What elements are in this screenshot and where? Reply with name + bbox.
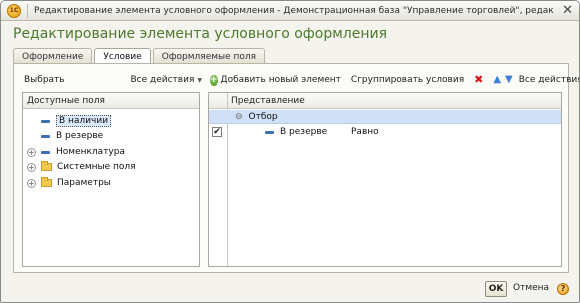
tree-item-nomenclature[interactable]: + Номенклатура (27, 145, 125, 159)
left-toolbar: Выбрать Все действия ▼ (24, 72, 202, 88)
help-icon[interactable]: ? (557, 283, 569, 295)
tree-item-label: В наличии (56, 115, 112, 127)
title-separator (27, 3, 28, 18)
chevron-down-icon: ▼ (197, 77, 202, 84)
tree-item-parameters[interactable]: + Параметры (27, 176, 111, 190)
window-title: Редактирование элемента условного оформл… (34, 5, 554, 16)
left-all-actions-label: Все действия (130, 75, 195, 85)
tree-item-reserved[interactable]: В резерве (27, 129, 103, 143)
tree-item-label: Системные поля (57, 162, 136, 172)
table-row[interactable]: ⊖ Отбор (209, 110, 561, 124)
group-label: Отбор (248, 112, 278, 122)
expand-plus-icon[interactable]: + (27, 178, 36, 188)
tree-item-system-fields[interactable]: + Системные поля (27, 160, 136, 174)
cancel-button[interactable]: Отмена (513, 283, 549, 293)
table-row[interactable]: ✔ (212, 125, 222, 139)
title-bar[interactable]: 1С Редактирование элемента условного офо… (1, 1, 579, 21)
tree-item-label: Номенклатура (56, 147, 125, 157)
condition-field-cell[interactable]: В резерве (265, 125, 327, 139)
condition-tab-panel: Выбрать Все действия ▼ + Добавить новый э… (13, 63, 579, 273)
dialog-footer: OK Отмена ? (379, 278, 579, 300)
conditions-grid[interactable]: Представление ⊖ Отбор ✔ В резерве Равно (208, 92, 562, 267)
ok-button[interactable]: OK (485, 281, 507, 297)
tree-item-label: Параметры (57, 178, 111, 188)
tree-item-label: В резерве (56, 131, 104, 141)
move-up-icon[interactable]: ▲ (493, 74, 501, 86)
field-icon (41, 119, 50, 123)
representation-column-header: Представление (231, 95, 305, 106)
expander-placeholder (27, 117, 36, 126)
expand-plus-icon[interactable]: + (27, 147, 36, 157)
field-icon (41, 150, 50, 154)
tab-bar: Оформление Условие Оформляемые поля (13, 48, 267, 65)
comparison-label: Равно (351, 127, 379, 137)
collapse-minus-icon[interactable]: ⊖ (235, 112, 243, 122)
left-all-actions-button[interactable]: Все действия ▼ (130, 75, 202, 85)
tree-item-in-stock[interactable]: В наличии (27, 114, 112, 128)
app-1c-icon[interactable]: 1С (7, 3, 21, 18)
tab-formatted-fields[interactable]: Оформляемые поля (152, 48, 266, 64)
page-title: Редактирование элемента условного оформл… (13, 26, 388, 42)
add-new-element-button[interactable]: Добавить новый элемент (221, 75, 341, 85)
group-node: ⊖ Отбор (235, 110, 278, 124)
select-button[interactable]: Выбрать (24, 75, 65, 85)
right-all-actions-label: Все действия (518, 75, 580, 85)
close-icon[interactable]: ✕ (562, 3, 573, 19)
conditions-header: Представление (209, 93, 561, 109)
field-icon (41, 134, 50, 138)
condition-comparison-cell[interactable]: Равно (351, 125, 379, 139)
available-fields-header: Доступные поля (23, 93, 199, 109)
right-toolbar: + Добавить новый элемент Сгруппировать у… (210, 72, 579, 88)
group-conditions-button[interactable]: Сгруппировать условия (351, 75, 464, 85)
condition-checkbox[interactable]: ✔ (212, 127, 222, 137)
available-fields-tree[interactable]: Доступные поля В наличии В резерве + Ном… (22, 92, 200, 267)
dialog-window: 1С Редактирование элемента условного офо… (0, 0, 580, 303)
condition-field-label: В резерве (280, 127, 328, 137)
tab-appearance[interactable]: Оформление (13, 48, 93, 64)
field-icon (265, 130, 274, 134)
folder-icon (41, 177, 52, 187)
delete-icon[interactable]: ✖ (474, 74, 483, 86)
folder-icon (41, 161, 52, 171)
move-down-icon[interactable]: ▼ (505, 74, 513, 86)
expander-placeholder (27, 132, 36, 141)
add-icon[interactable]: + (210, 74, 218, 86)
right-all-actions-button[interactable]: Все действия▼ (518, 75, 580, 85)
expand-plus-icon[interactable]: + (27, 162, 36, 172)
